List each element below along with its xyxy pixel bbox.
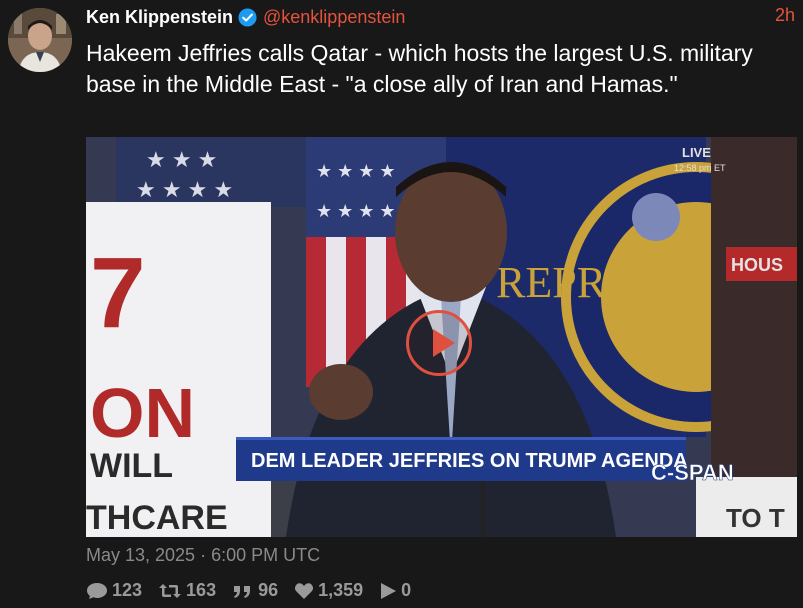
svg-text:★ ★ ★ ★: ★ ★ ★ ★ <box>316 161 396 181</box>
view-count: 0 <box>401 580 412 600</box>
tweet-time[interactable]: 2h <box>775 5 795 26</box>
retweet-count: 163 <box>186 580 217 600</box>
like-count: 1,359 <box>318 580 364 600</box>
reply-count: 123 <box>112 580 143 600</box>
quote-count: 96 <box>258 580 279 600</box>
sign-right-bottom: TO T <box>726 503 785 533</box>
sign-left-line-3: WILL <box>90 447 173 485</box>
tweet-date[interactable]: May 13, 2025 · 6:00 PM UTC <box>86 545 320 566</box>
like-stat[interactable]: 1,359 <box>294 580 363 601</box>
live-label: LIVE <box>682 145 711 160</box>
svg-text:★ ★ ★: ★ ★ ★ <box>146 147 217 172</box>
author-avatar[interactable] <box>8 8 72 72</box>
view-stat[interactable]: 0 <box>379 580 411 601</box>
heart-icon <box>295 582 314 599</box>
comment-icon <box>87 582 107 599</box>
quote-stat[interactable]: 96 <box>232 580 278 601</box>
chyron-text: DEM LEADER JEFFRIES ON TRUMP AGENDA <box>251 450 688 472</box>
svg-text:★ ★ ★ ★: ★ ★ ★ ★ <box>316 201 396 221</box>
tweet-text: Hakeem Jeffries calls Qatar - which host… <box>86 40 753 97</box>
sign-right-text: HOUS <box>731 255 783 275</box>
author-name[interactable]: Ken Klippenstein <box>86 7 233 28</box>
live-time: 12:58 pm ET <box>674 163 726 173</box>
svg-text:★ ★ ★ ★: ★ ★ ★ ★ <box>136 177 233 202</box>
tweet-header: Ken Klippenstein @kenklippenstein <box>86 5 405 29</box>
play-icon <box>433 329 455 357</box>
retweet-stat[interactable]: 163 <box>158 580 216 601</box>
sign-left-line-1: 7 <box>90 237 146 349</box>
tweet-stats: 123 163 96 1,359 0 <box>86 580 427 601</box>
sign-left-line-2: ON <box>90 374 195 452</box>
play-view-icon <box>381 582 397 599</box>
verified-badge-icon <box>238 7 257 27</box>
play-button[interactable] <box>406 310 472 376</box>
sign-left-line-4: THCARE <box>86 499 228 537</box>
quote-icon <box>234 585 251 598</box>
network-logo: C-SPAN <box>651 460 734 485</box>
author-handle[interactable]: @kenklippenstein <box>263 7 405 28</box>
video-player[interactable]: ★ ★ ★ ★ ★ ★ ★ ★ ★ ★ ★ ★ ★ ★ ★ REPRESE HO… <box>86 137 797 537</box>
retweet-icon <box>159 583 182 598</box>
seal-text: REPRESE <box>496 258 684 307</box>
reply-stat[interactable]: 123 <box>86 580 142 601</box>
